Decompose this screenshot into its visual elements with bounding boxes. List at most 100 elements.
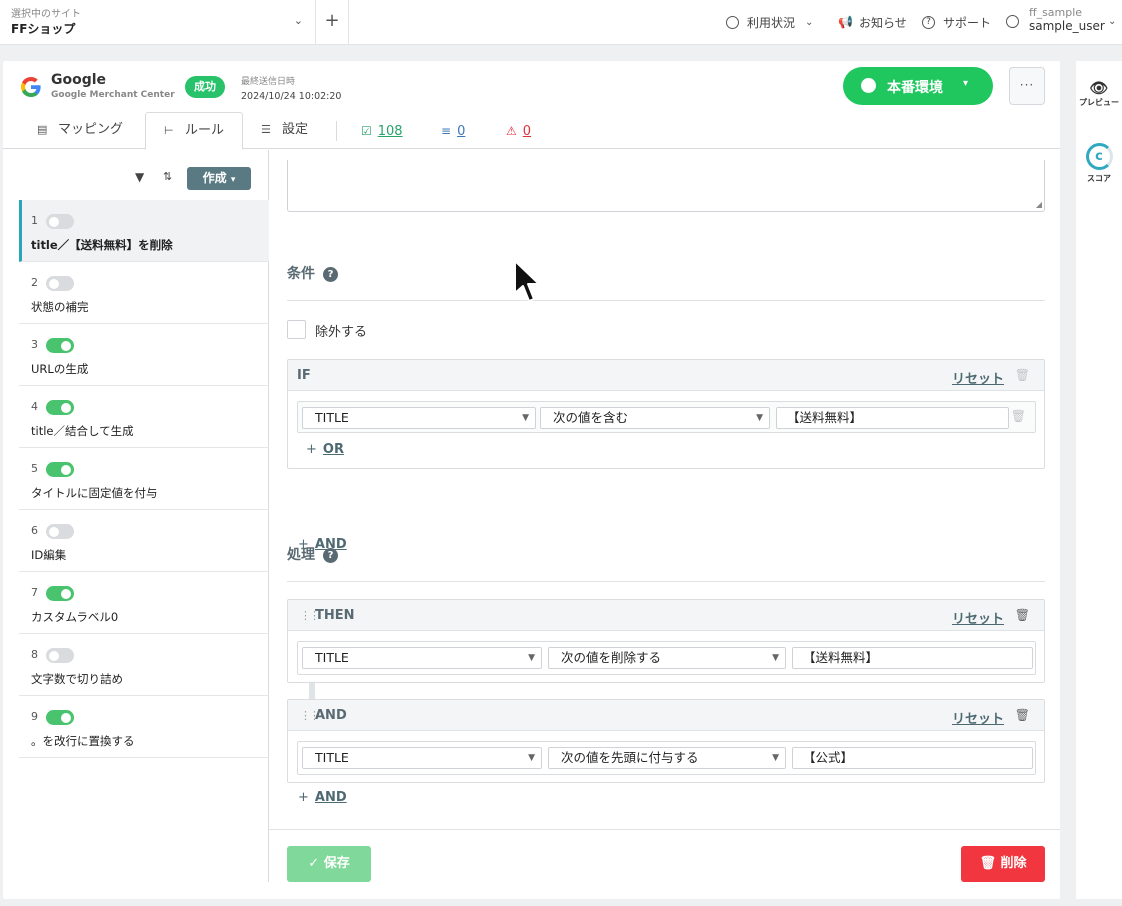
rule-editor: ◢ 条件? 除外する IF リセット 🗑 TITLE ▼ 次の値を含む ▼ 【送料無… (287, 150, 1045, 830)
caret-down-icon: ▼ (522, 413, 529, 423)
caret-down-icon: ▾ (230, 175, 236, 185)
divider (287, 581, 1045, 582)
score-button[interactable]: c スコア (1076, 143, 1122, 184)
field-select-value: TITLE (315, 750, 349, 765)
filter-icon[interactable]: ▼ (135, 170, 144, 184)
rule-toggle[interactable] (46, 586, 74, 601)
rules-icon: ⊢ (164, 124, 174, 137)
user-icon (1006, 15, 1019, 28)
then-block: ⋮⋮ THEN リセット 🗑 TITLE ▼ 次の値を削除する ▼ 【送料無料】 (287, 599, 1045, 683)
help-icon[interactable]: ? (323, 267, 338, 282)
rule-item-1[interactable]: 1 title／【送料無料】を削除 (19, 200, 269, 262)
plus-icon: + (298, 790, 309, 805)
rule-label: title／結合して生成 (31, 424, 134, 438)
counter-ok[interactable]: ☑ 108 (361, 112, 403, 149)
rule-label: 文字数で切り詰め (31, 672, 123, 686)
site-selector[interactable]: 選択中のサイト FFショップ ⌄ (0, 0, 316, 44)
rule-item-2[interactable]: 2 状態の補完 (19, 262, 269, 324)
counter-excluded[interactable]: ≡ 0 (441, 112, 465, 149)
eye-icon: 👁 (1089, 79, 1109, 97)
rule-number: 5 (31, 462, 38, 475)
value-input[interactable]: 【公式】 (792, 747, 1033, 769)
channel-title: Google (51, 72, 107, 88)
tab-divider (336, 121, 337, 141)
last-sent-value: 2024/10/24 10:02:20 (241, 91, 342, 102)
warning-icon: ⚠ (506, 124, 517, 138)
field-select[interactable]: TITLE ▼ (302, 407, 536, 429)
rule-toggle[interactable] (46, 214, 74, 229)
create-rule-button[interactable]: 作成 ▾ (187, 167, 251, 190)
preview-button[interactable]: 👁 プレビュー (1076, 79, 1122, 108)
nav-news[interactable]: 📢 お知らせ (838, 0, 907, 44)
trash-icon[interactable]: 🗑 (1011, 409, 1026, 423)
tab-mapping[interactable]: ▤ マッピング (19, 112, 141, 149)
operator-select-value: 次の値を含む (553, 410, 629, 425)
field-select[interactable]: TITLE ▼ (302, 647, 542, 669)
trash-icon[interactable]: 🗑 (1015, 708, 1030, 722)
tab-settings[interactable]: ☰ 設定 (243, 112, 326, 149)
nav-support[interactable]: ? サポート (922, 0, 991, 44)
value-input[interactable]: 【送料無料】 (776, 407, 1009, 429)
sort-icon[interactable]: ⇅ (163, 170, 172, 183)
nav-usage-label: 利用状況 (747, 15, 796, 30)
description-textarea[interactable]: ◢ (287, 160, 1045, 212)
trash-icon[interactable]: 🗑 (1015, 608, 1030, 622)
plus-icon: + (324, 10, 340, 31)
rule-toggle[interactable] (46, 648, 74, 663)
mapping-icon: ▤ (37, 123, 48, 136)
rule-item-6[interactable]: 6 ID編集 (19, 510, 269, 572)
value-input[interactable]: 【送料無料】 (792, 647, 1033, 669)
rule-toggle[interactable] (46, 338, 74, 353)
trash-icon[interactable]: 🗑 (1015, 368, 1030, 382)
rule-item-8[interactable]: 8 文字数で切り詰め (19, 634, 269, 696)
operator-select[interactable]: 次の値を先頭に付与する ▼ (548, 747, 786, 769)
delete-button[interactable]: 🗑 削除 (961, 846, 1045, 882)
and-reset-link[interactable]: リセット (952, 708, 1004, 727)
operator-select[interactable]: 次の値を削除する ▼ (548, 647, 786, 669)
more-options-button[interactable]: ··· (1009, 67, 1045, 105)
exclude-label: 除外する (315, 325, 368, 340)
rule-item-7[interactable]: 7 カスタムラベル0 (19, 572, 269, 634)
rule-item-3[interactable]: 3 URLの生成 (19, 324, 269, 386)
score-ring-icon: c (1085, 143, 1113, 170)
rule-item-4[interactable]: 4 title／結合して生成 (19, 386, 269, 448)
field-select-value: TITLE (315, 410, 349, 425)
rule-toggle[interactable] (46, 710, 74, 725)
rule-item-5[interactable]: 5 タイトルに固定値を付与 (19, 448, 269, 510)
add-or-button[interactable]: + OR (306, 442, 344, 457)
nav-usage[interactable]: 利用状況 ⌄ (726, 0, 813, 44)
chevron-down-icon: ⌄ (1108, 16, 1117, 27)
add-and-action-button[interactable]: + AND (298, 790, 347, 805)
add-site-button[interactable]: + (316, 0, 349, 44)
rule-label: title／【送料無料】を削除 (31, 238, 173, 252)
rule-number: 8 (31, 648, 38, 661)
tab-settings-label: 設定 (282, 122, 309, 137)
user-name: sample_user (1029, 19, 1105, 33)
resize-grip-icon[interactable]: ◢ (1036, 200, 1042, 209)
then-reset-link[interactable]: リセット (952, 608, 1004, 627)
exclude-checkbox[interactable] (287, 320, 306, 339)
add-and-label: AND (314, 790, 347, 805)
save-button[interactable]: ✓ 保存 (287, 846, 371, 882)
if-reset-link[interactable]: リセット (952, 368, 1004, 387)
environment-button[interactable]: 本番環境 ▾ (843, 67, 993, 105)
rule-toggle[interactable] (46, 524, 74, 539)
field-select[interactable]: TITLE ▼ (302, 747, 542, 769)
and-block-label: AND (315, 708, 347, 723)
rule-toggle[interactable] (46, 462, 74, 477)
action-row: TITLE ▼ 次の値を削除する ▼ 【送料無料】 (297, 641, 1036, 675)
counter-warnings[interactable]: ⚠ 0 (506, 112, 531, 149)
rule-toggle[interactable] (46, 276, 74, 291)
user-menu[interactable]: ff_sample sample_user ⌄ (1006, 6, 1116, 33)
rule-item-9[interactable]: 9 。を改行に置換する (19, 696, 269, 758)
tab-rules[interactable]: ⊢ ルール (145, 112, 244, 150)
if-block-header: IF リセット 🗑 (288, 360, 1044, 391)
score-label: スコア (1087, 174, 1111, 183)
rule-toggle[interactable] (46, 400, 74, 415)
environment-label: 本番環境 (887, 80, 943, 96)
rule-number: 4 (31, 400, 38, 413)
counter-ok-value: 108 (377, 124, 403, 139)
caret-down-icon: ▼ (756, 413, 763, 423)
operator-select[interactable]: 次の値を含む ▼ (540, 407, 770, 429)
help-icon[interactable]: ? (323, 548, 338, 563)
